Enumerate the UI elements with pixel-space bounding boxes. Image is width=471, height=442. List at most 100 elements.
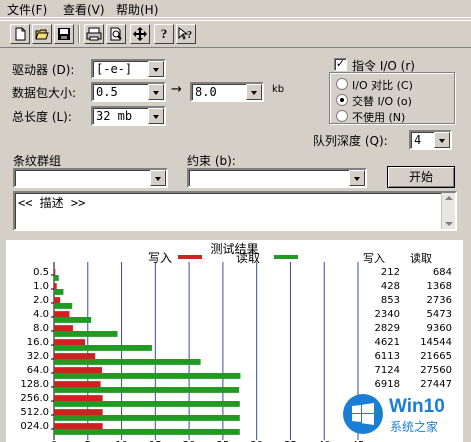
not-used-radio[interactable] [336,110,348,122]
bar-read [54,303,73,309]
watermark-brand: Win10 [389,396,445,417]
move-icon[interactable] [130,24,150,44]
bar-read [54,345,152,351]
bar-write [54,381,101,387]
watermark-subtitle: 系统之家 [390,420,439,434]
cell-write: 6113 [374,351,400,362]
arrow-right-icon: → [171,82,182,97]
queue-depth-select[interactable]: 4 [409,130,452,150]
print-preview-icon[interactable] [106,24,126,44]
menu-bar: 文件(F) 查看(V) 帮助(H) [0,0,471,18]
cell-read: 14544 [420,337,452,348]
cell-read: 21665 [420,351,452,362]
constraint-select[interactable] [187,168,367,188]
row-size-label: 024.0 [20,421,49,432]
cell-read: 27447 [420,379,452,390]
drive-select[interactable]: [-e-] [91,59,166,79]
row-size-label: 2.0 [33,295,49,306]
cell-write: 7124 [374,365,400,376]
chevron-down-icon[interactable] [246,84,262,100]
cell-write: 428 [380,281,400,292]
stripe-group-select[interactable] [13,168,168,188]
context-help-icon[interactable]: ? [176,24,196,44]
col-read-header: 读取 [410,252,432,265]
row-size-label: 0.5 [33,267,49,278]
cell-write: 853 [380,295,400,306]
bar-write [54,297,61,303]
menu-file[interactable]: 文件(F) [4,1,50,18]
cell-write: 2829 [374,323,400,334]
svg-text:?: ? [187,30,192,41]
io-compare-radio[interactable] [336,78,348,90]
description-text: << 描述 >> [18,196,86,210]
scroll-up-icon[interactable] [445,196,453,200]
bar-read [54,401,240,407]
packet-size-label: 数据包大小: [12,86,77,100]
chevron-down-icon[interactable] [434,132,450,148]
packet-unit: kb [272,84,285,95]
menu-view[interactable]: 查看(V) [60,1,108,18]
bar-read [54,415,240,421]
description-field[interactable]: << 描述 >> [13,191,457,231]
bar-read [54,331,118,337]
scroll-down-icon[interactable] [445,222,453,226]
bar-write [54,409,103,415]
help-icon[interactable]: ? [154,24,174,44]
packet-to-value: 8.0 [195,85,217,99]
stripe-group-label: 条纹群组 [13,154,62,168]
constraint-label: 约束 (b): [187,154,236,168]
bar-write [54,395,103,401]
start-button[interactable]: 开始 [387,166,455,188]
drive-label: 驱动器 (D): [12,63,75,77]
toolbar: ? ? [0,20,471,48]
row-size-label: 256.0 [20,393,49,404]
not-used-label: 不使用 (N) [352,111,406,124]
bar-write [54,311,70,317]
row-size-label: 128.0 [20,379,49,390]
cell-read: 27560 [420,365,452,376]
packet-from-value: 0.5 [96,85,118,99]
packet-size-from-select[interactable]: 0.5 [91,82,166,102]
cell-read: 684 [432,267,452,278]
cell-read: 1368 [426,281,452,292]
legend-read-label: 读取 [236,251,261,265]
results-title: 测试结果 [210,242,259,256]
bar-read [54,429,240,435]
bar-write [54,339,86,345]
legend-write-label: 写入 [148,251,173,265]
io-compare-label: I/O 对比 (C) [352,79,413,92]
chevron-down-icon[interactable] [349,170,365,186]
row-size-label: 64.0 [26,365,49,376]
command-io-checkbox[interactable]: ✓ [334,58,347,71]
description-scrollbar[interactable] [441,193,455,229]
row-size-label: 1.0 [33,281,49,292]
row-size-label: 16.0 [26,337,49,348]
bar-read [54,373,241,379]
alternate-io-radio[interactable] [336,94,348,106]
alternate-io-label: 交替 I/O (o) [352,95,412,108]
row-size-label: 4.0 [33,309,49,320]
bar-write [54,367,102,373]
cell-read: 9360 [426,323,452,334]
new-file-icon[interactable] [10,24,30,44]
save-icon[interactable] [54,24,74,44]
bar-read [54,275,59,281]
menu-help[interactable]: 帮助(H) [113,1,161,18]
bar-read [54,387,240,393]
chevron-down-icon[interactable] [148,108,164,124]
row-size-label: 8.0 [33,323,49,334]
chevron-down-icon[interactable] [150,170,166,186]
cell-write: 4621 [374,337,400,348]
print-icon[interactable] [84,24,104,44]
total-length-label: 总长度 (L): [12,110,72,124]
bar-write [54,283,57,289]
bar-read [54,317,92,323]
open-folder-icon[interactable] [32,24,52,44]
bar-write [54,269,56,275]
drive-value: [-e-] [96,62,133,76]
col-write-header: 写入 [363,252,385,265]
chevron-down-icon[interactable] [148,61,164,77]
packet-size-to-select[interactable]: 8.0 [190,82,264,102]
chevron-down-icon[interactable] [148,84,164,100]
total-length-select[interactable]: 32 mb [91,106,166,126]
